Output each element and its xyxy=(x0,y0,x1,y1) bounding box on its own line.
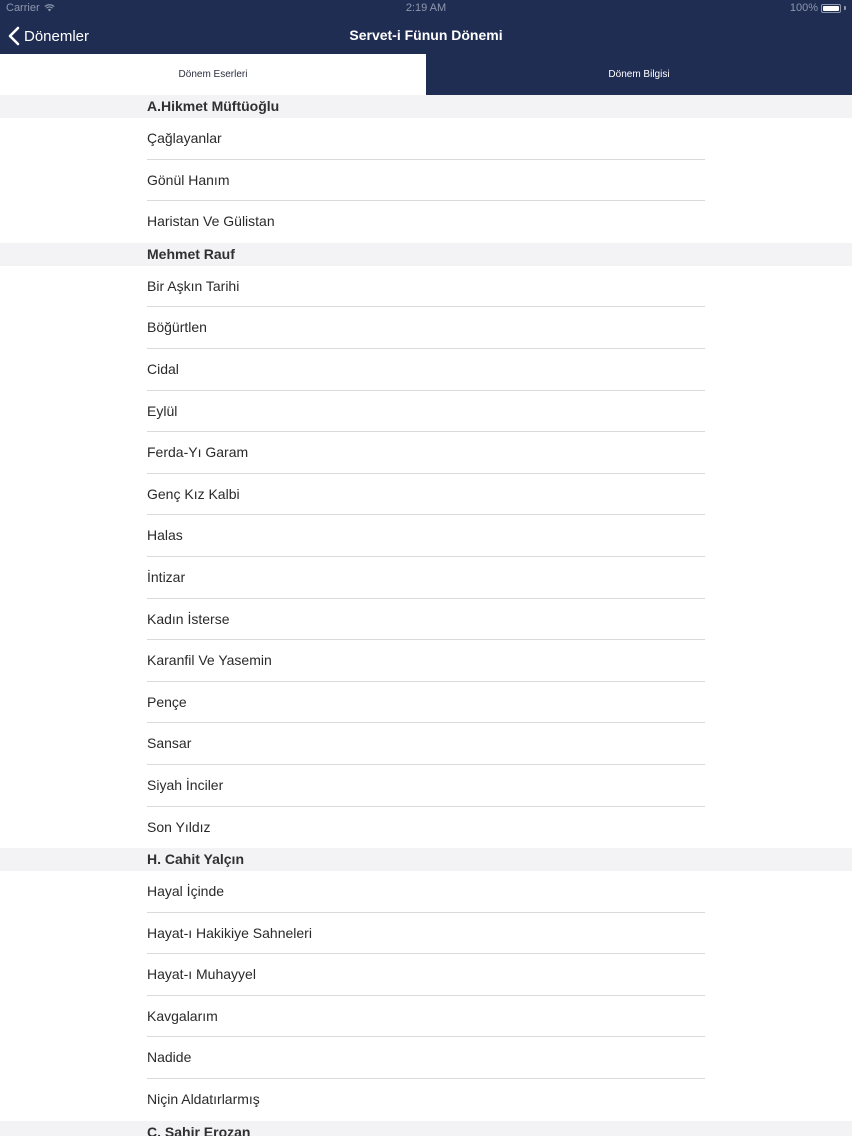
tab-donem-bilgisi[interactable]: Dönem Bilgisi xyxy=(426,54,852,95)
list-item[interactable]: Siyah İnciler xyxy=(0,765,852,807)
list-item-label: İntizar xyxy=(147,568,186,585)
list-item-label: Halas xyxy=(147,527,183,544)
navigation-bar: Dönemler Servet-i Fünun Dönemi xyxy=(0,18,852,54)
list-item-label: Hayal İçinde xyxy=(147,883,225,900)
list-item-label: Karanfil Ve Yasemin xyxy=(147,652,272,669)
list-item[interactable]: Karanfil Ve Yasemin xyxy=(0,640,852,682)
tab-donem-eserleri[interactable]: Dönem Eserleri xyxy=(0,54,426,95)
list-item[interactable]: Bir Aşkın Tarihi xyxy=(0,266,852,308)
list-item-label: Son Yıldız xyxy=(147,818,211,835)
list-item-label: Gönül Hanım xyxy=(147,171,230,188)
list-item[interactable]: Kadın İsterse xyxy=(0,599,852,641)
list-item-label: Bir Aşkın Tarihi xyxy=(147,277,240,294)
status-bar: Carrier 2:19 AM 100% xyxy=(0,0,852,18)
tab-label: Dönem Eserleri xyxy=(178,69,248,80)
list-item-label: Nadide xyxy=(147,1049,192,1066)
list-item[interactable]: Pençe xyxy=(0,682,852,724)
list-item-label: Niçin Aldatırlarmış xyxy=(147,1091,260,1108)
works-list[interactable]: A.Hikmet Müftüoğlu Çağlayanlar Gönül Hanım… xyxy=(0,95,852,1136)
list-item[interactable]: Genç Kız Kalbi xyxy=(0,474,852,516)
list-item[interactable]: Gönül Hanım xyxy=(0,160,852,202)
list-item[interactable]: Hayat-ı Hakikiye Sahneleri xyxy=(0,913,852,955)
list-item[interactable]: Böğürtlen xyxy=(0,307,852,349)
list-item[interactable]: Hayat-ı Muhayyel xyxy=(0,954,852,996)
list-item[interactable]: Cidal xyxy=(0,349,852,391)
list-item-label: Çağlayanlar xyxy=(147,130,222,146)
section-header: H. Cahit Yalçın xyxy=(0,848,852,872)
battery-percent: 100% xyxy=(789,2,818,14)
list-item-label: Cidal xyxy=(147,360,179,377)
list-item[interactable]: Halas xyxy=(0,515,852,557)
list-item-label: Sansar xyxy=(147,735,192,752)
list-item[interactable]: Eylül xyxy=(0,391,852,433)
list-item[interactable]: Ferda-Yı Garam xyxy=(0,432,852,474)
list-item[interactable]: Sansar xyxy=(0,723,852,765)
list-item[interactable]: Niçin Aldatırlarmış xyxy=(0,1079,852,1121)
list-item-label: Eylül xyxy=(147,402,178,419)
battery-group: 100% xyxy=(790,2,846,14)
list-item-label: Genç Kız Kalbi xyxy=(147,485,240,502)
tab-label: Dönem Bilgisi xyxy=(608,69,670,80)
status-time: 2:19 AM xyxy=(405,2,447,14)
page-title: Servet-i Fünun Dönemi xyxy=(349,27,503,43)
list-item-label: Haristan Ve Gülistan xyxy=(147,213,275,230)
list-item-label: Pençe xyxy=(147,693,187,710)
list-item-label: Ferda-Yı Garam xyxy=(147,444,249,461)
section-header: Mehmet Rauf xyxy=(0,242,852,266)
segmented-tabs: Dönem Eserleri Dönem Bilgisi xyxy=(0,54,852,95)
section-header: A.Hikmet Müftüoğlu xyxy=(0,95,852,118)
list-item[interactable]: İntizar xyxy=(0,557,852,599)
list-item[interactable]: Haristan Ve Gülistan xyxy=(0,201,852,243)
battery-icon xyxy=(821,3,841,13)
list-item-label: Böğürtlen xyxy=(147,319,207,336)
list-item[interactable]: Son Yıldız xyxy=(0,807,852,849)
list-item-label: Hayat-ı Hakikiye Sahneleri xyxy=(147,924,312,941)
list-item[interactable]: Kavgalarım xyxy=(0,996,852,1038)
list-item[interactable]: Hayal İçinde xyxy=(0,871,852,913)
list-item-label: Hayat-ı Muhayyel xyxy=(147,966,256,983)
list-item-label: Siyah İnciler xyxy=(147,776,224,793)
list-item-label: Kadın İsterse xyxy=(147,610,230,627)
list-item[interactable]: Çağlayanlar xyxy=(0,118,852,160)
section-header: C. Sahir Erozan xyxy=(0,1120,852,1136)
list-item[interactable]: Nadide xyxy=(0,1037,852,1080)
list-item-label: Kavgalarım xyxy=(147,1007,218,1024)
